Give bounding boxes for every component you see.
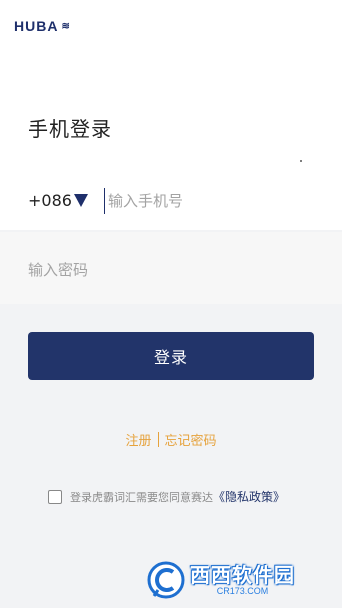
phone-input[interactable] — [104, 188, 318, 214]
password-input[interactable] — [28, 258, 308, 282]
watermark-logo-icon — [147, 561, 185, 599]
agreement-row: 登录虎霸词汇需要您同意赛达 《隐私政策》 — [48, 488, 285, 505]
app-logo-text: HUBA — [14, 18, 59, 34]
agree-checkbox[interactable] — [48, 489, 62, 504]
page-title: 手机登录 — [28, 117, 112, 141]
auth-links: 注册 忘记密码 — [0, 430, 342, 449]
link-divider — [157, 432, 159, 447]
forgot-password-link[interactable]: 忘记密码 — [165, 430, 217, 449]
password-row — [0, 232, 342, 304]
country-code-selector[interactable]: +086 — [28, 191, 88, 210]
decorative-dot — [300, 160, 302, 162]
privacy-policy-link[interactable]: 《隐私政策》 — [213, 488, 285, 505]
logo-waves-icon: ≋ — [61, 20, 71, 32]
login-button[interactable]: 登录 — [28, 332, 314, 380]
watermark-sub: CR173.COM — [216, 585, 269, 596]
phone-row: +086 — [0, 176, 342, 228]
app-logo: HUBA ≋ — [14, 18, 71, 34]
register-link[interactable]: 注册 — [125, 430, 151, 449]
agreement-text: 登录虎霸词汇需要您同意赛达 — [70, 490, 213, 504]
country-code-value: +086 — [28, 191, 72, 210]
watermark: 西西软件园 CR173.COM — [146, 560, 336, 600]
watermark-text: 西西软件园 CR173.COM — [190, 565, 295, 596]
watermark-main: 西西软件园 — [190, 562, 295, 587]
triangle-down-icon — [73, 194, 88, 207]
